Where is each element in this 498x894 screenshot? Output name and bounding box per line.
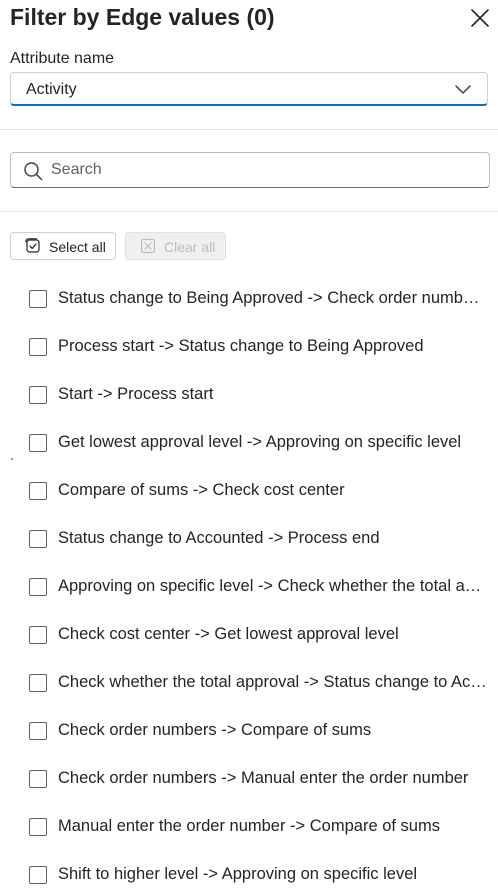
close-icon (471, 9, 489, 27)
divider (0, 211, 498, 212)
checkbox[interactable] (29, 722, 47, 740)
panel-title: Filter by Edge values (0) (10, 4, 275, 30)
checkbox[interactable] (29, 434, 47, 452)
list-item[interactable]: Approving on specific level -> Check whe… (28, 576, 494, 600)
list-item[interactable]: Check cost center -> Get lowest approval… (28, 624, 494, 648)
list-item-label: Check cost center -> Get lowest approval… (58, 625, 399, 643)
list-item-label: Approving on specific level -> Check whe… (58, 577, 482, 595)
checkbox[interactable] (29, 770, 47, 788)
attribute-dropdown-value: Activity (26, 81, 77, 98)
attribute-dropdown[interactable]: Activity (10, 72, 488, 106)
list-item[interactable]: Process start -> Status change to Being … (28, 336, 494, 360)
checkbox[interactable] (29, 626, 47, 644)
chevron-down-icon (455, 85, 471, 94)
divider (0, 129, 498, 130)
search-icon (24, 162, 43, 181)
checkbox[interactable] (29, 386, 47, 404)
list-item-label: Manual enter the order number -> Compare… (58, 817, 440, 835)
checkbox[interactable] (29, 530, 47, 548)
list-item[interactable]: Check whether the total approval -> Stat… (28, 672, 494, 696)
list-item-label: Check order numbers -> Manual enter the … (58, 769, 469, 787)
attribute-name-label: Attribute name (10, 50, 115, 67)
list-item[interactable]: Check order numbers -> Compare of sums (28, 720, 494, 744)
separator-dot (11, 458, 13, 460)
list-item[interactable]: Get lowest approval level -> Approving o… (28, 432, 494, 456)
clear-all-button[interactable]: Clear all (125, 232, 226, 260)
checkbox[interactable] (29, 866, 47, 884)
checkbox[interactable] (29, 674, 47, 692)
checkbox[interactable] (29, 578, 47, 596)
clear-all-label: Clear all (164, 239, 216, 255)
list-item[interactable]: Manual enter the order number -> Compare… (28, 816, 494, 840)
close-button[interactable] (468, 6, 492, 30)
list-item-label: Check whether the total approval -> Stat… (58, 673, 487, 691)
list-item[interactable]: Check order numbers -> Manual enter the … (28, 768, 494, 792)
list-item[interactable]: Status change to Accounted -> Process en… (28, 528, 494, 552)
list-item-label: Compare of sums -> Check cost center (58, 481, 345, 499)
search-input[interactable] (51, 159, 471, 181)
list-item[interactable]: Compare of sums -> Check cost center (28, 480, 494, 504)
select-all-icon (25, 238, 40, 253)
list-item[interactable]: Shift to higher level -> Approving on sp… (28, 864, 494, 888)
checkbox[interactable] (29, 818, 47, 836)
search-box[interactable] (10, 152, 490, 188)
clear-all-icon (140, 238, 156, 254)
list-item-label: Shift to higher level -> Approving on sp… (58, 865, 418, 883)
list-item-label: Start -> Process start (58, 385, 214, 403)
checkbox[interactable] (29, 482, 47, 500)
list-item-label: Process start -> Status change to Being … (58, 337, 424, 355)
list-item-label: Status change to Being Approved -> Check… (58, 289, 488, 307)
list-item-label: Check order numbers -> Compare of sums (58, 721, 372, 739)
checkbox[interactable] (29, 338, 47, 356)
select-all-label: Select all (49, 239, 106, 255)
list-item-label: Get lowest approval level -> Approving o… (58, 433, 462, 451)
list-item-label: Status change to Accounted -> Process en… (58, 529, 380, 547)
list-item[interactable]: Status change to Being Approved -> Check… (28, 288, 494, 312)
select-all-button[interactable]: Select all (10, 232, 116, 260)
list-item[interactable]: Start -> Process start (28, 384, 494, 408)
checkbox[interactable] (29, 290, 47, 308)
